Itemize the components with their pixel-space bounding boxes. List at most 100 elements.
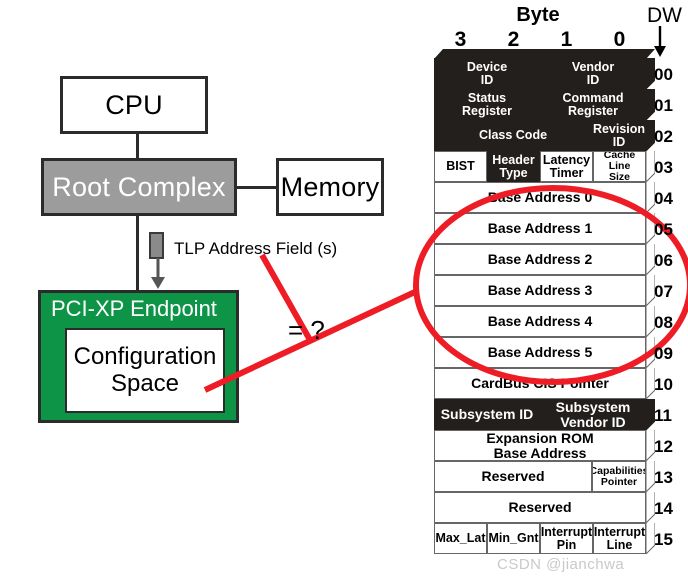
- register-cell-label: Reserved: [508, 499, 572, 516]
- tlp-down-arrow-icon: [151, 258, 165, 289]
- register-cell-label: Pin: [556, 537, 577, 552]
- register-cell: Vendor ID: [540, 58, 646, 89]
- dw-index-label: 10: [654, 375, 673, 394]
- dw-index-label: 00: [654, 65, 673, 84]
- register-row: Base Address 3: [434, 275, 655, 306]
- dw-index-label: 07: [654, 282, 673, 301]
- register-cell-label: Status: [467, 90, 507, 105]
- register-cell-label: Base Address 2: [487, 251, 593, 268]
- register-row: Reserved: [434, 492, 655, 523]
- dw-index-label: 13: [654, 468, 673, 487]
- register-row: Base Address 2: [434, 244, 655, 275]
- register-row: Base Address 5: [434, 337, 655, 368]
- register-cell-label: Reserved: [481, 468, 545, 485]
- register-cell: BIST: [434, 151, 487, 182]
- register-cell-label: Expansion ROM: [486, 430, 594, 446]
- dw-header-label: DW: [647, 4, 682, 27]
- pci-xp-endpoint-block: PCI-XP Endpoint Configuration Space: [38, 290, 239, 423]
- register-cell: Status Register: [434, 89, 540, 120]
- tlp-address-field-label: TLP Address Field (s): [174, 239, 338, 258]
- register-cell-label: Type: [499, 165, 528, 180]
- byte-header-label: Byte: [516, 4, 560, 26]
- diagram-canvas: CPU Root Complex Memory TLP Address Fiel…: [0, 0, 688, 582]
- register-cell-label: Device: [466, 59, 508, 74]
- register-row: Base Address 1: [434, 213, 655, 244]
- connector-root-complex-endpoint: [136, 216, 139, 290]
- register-cell: Base Address 1: [434, 213, 646, 244]
- register-cell-label: Interrupt: [593, 524, 646, 539]
- memory-label: Memory: [280, 171, 380, 202]
- endpoint-title-label: PCI-XP Endpoint: [51, 296, 217, 321]
- register-cell-label: Latency: [542, 152, 591, 167]
- register-row: Max_Lat Min_Gnt Interrupt Pin Interrupt Line: [434, 523, 655, 554]
- register-cell-label: Command: [562, 90, 624, 105]
- register-row: Subsystem ID Subsystem Vendor ID: [434, 399, 655, 430]
- register-cell: Reserved: [434, 461, 592, 492]
- register-row: Class Code Revision ID: [434, 120, 655, 151]
- register-cell: Reserved: [434, 492, 646, 523]
- dw-index-label: 14: [654, 499, 673, 518]
- register-cell-label: Vendor: [571, 59, 615, 74]
- dw-index-label: 01: [654, 96, 673, 115]
- register-cell-label: Class Code: [478, 128, 548, 142]
- register-cell-label: Register: [567, 103, 619, 118]
- dw-index-label: 02: [654, 127, 673, 146]
- register-cell-label: Base Address 3: [487, 282, 593, 299]
- register-cell: Expansion ROM Base Address: [434, 430, 646, 461]
- table-top-bevel: [434, 49, 655, 59]
- register-cell-label: BIST: [446, 159, 475, 173]
- register-cell-label: Base Address 5: [487, 344, 593, 361]
- register-row: BIST Header Type Latency Timer Cache Line Size: [434, 151, 655, 182]
- register-cell-label: Revision: [592, 121, 646, 136]
- register-cell: Interrupt Pin: [540, 523, 593, 554]
- configuration-space-label-line2: Space: [110, 369, 180, 397]
- register-cell-label: Max_Lat: [435, 531, 486, 545]
- register-cell-label: Timer: [549, 165, 584, 180]
- register-cell: Device ID: [434, 58, 540, 89]
- register-cell-label: Base Address 4: [487, 313, 593, 330]
- root-complex-label: Root Complex: [52, 171, 226, 202]
- register-cell: Base Address 5: [434, 337, 646, 368]
- register-cell-label: Base Address: [493, 444, 587, 461]
- register-cell: Base Address 2: [434, 244, 646, 275]
- register-cell: CardBus CIS Pointer: [434, 368, 646, 399]
- memory-block: Memory: [276, 158, 384, 216]
- register-cell: Subsystem Vendor ID: [540, 399, 646, 430]
- register-cell-label: ID: [480, 72, 494, 87]
- register-cell-label: CardBus CIS Pointer: [471, 375, 609, 392]
- register-cell-label: Vendor ID: [560, 413, 626, 430]
- register-cell: Command Register: [540, 89, 646, 120]
- register-cell: Subsystem ID: [434, 399, 540, 430]
- dw-index-label: 03: [654, 158, 673, 177]
- register-cell-label: Size: [608, 170, 630, 182]
- register-cell: Base Address 0: [434, 182, 646, 213]
- register-cell: Latency Timer: [540, 151, 593, 182]
- register-row: Reserved Capabilities Pointer: [434, 461, 655, 492]
- register-cell: Cache Line Size: [593, 151, 646, 182]
- register-row: CardBus CIS Pointer: [434, 368, 655, 399]
- register-cell: Capabilities Pointer: [592, 461, 646, 492]
- tlp-packet-marker: [149, 232, 164, 259]
- register-cell-label: ID: [612, 134, 626, 149]
- register-cell: Base Address 4: [434, 306, 646, 337]
- register-cell-label: Interrupt: [540, 524, 593, 539]
- dw-index-label: 09: [654, 344, 673, 363]
- dw-index-label: 08: [654, 313, 673, 332]
- connector-root-complex-memory: [237, 186, 276, 189]
- configuration-space-block: Configuration Space: [65, 328, 225, 413]
- configuration-space-label-line1: Configuration: [73, 342, 217, 370]
- connector-cpu-root-complex: [136, 134, 139, 158]
- register-cell: Class Code: [434, 120, 592, 151]
- register-row: Device ID Vendor ID: [434, 58, 655, 89]
- cpu-block: CPU: [60, 76, 208, 134]
- dw-index-label: 12: [654, 437, 673, 456]
- register-cell-label: Line: [606, 537, 633, 552]
- register-cell: Revision ID: [592, 120, 646, 151]
- register-cell-label: Header: [492, 152, 535, 167]
- register-row: Status Register Command Register: [434, 89, 655, 120]
- register-row: Base Address 0: [434, 182, 655, 213]
- register-cell-label: Capabilities: [592, 464, 646, 477]
- dw-index-label: 15: [654, 530, 673, 549]
- register-row: Expansion ROM Base Address: [434, 430, 655, 461]
- register-cell: Min_Gnt: [487, 523, 540, 554]
